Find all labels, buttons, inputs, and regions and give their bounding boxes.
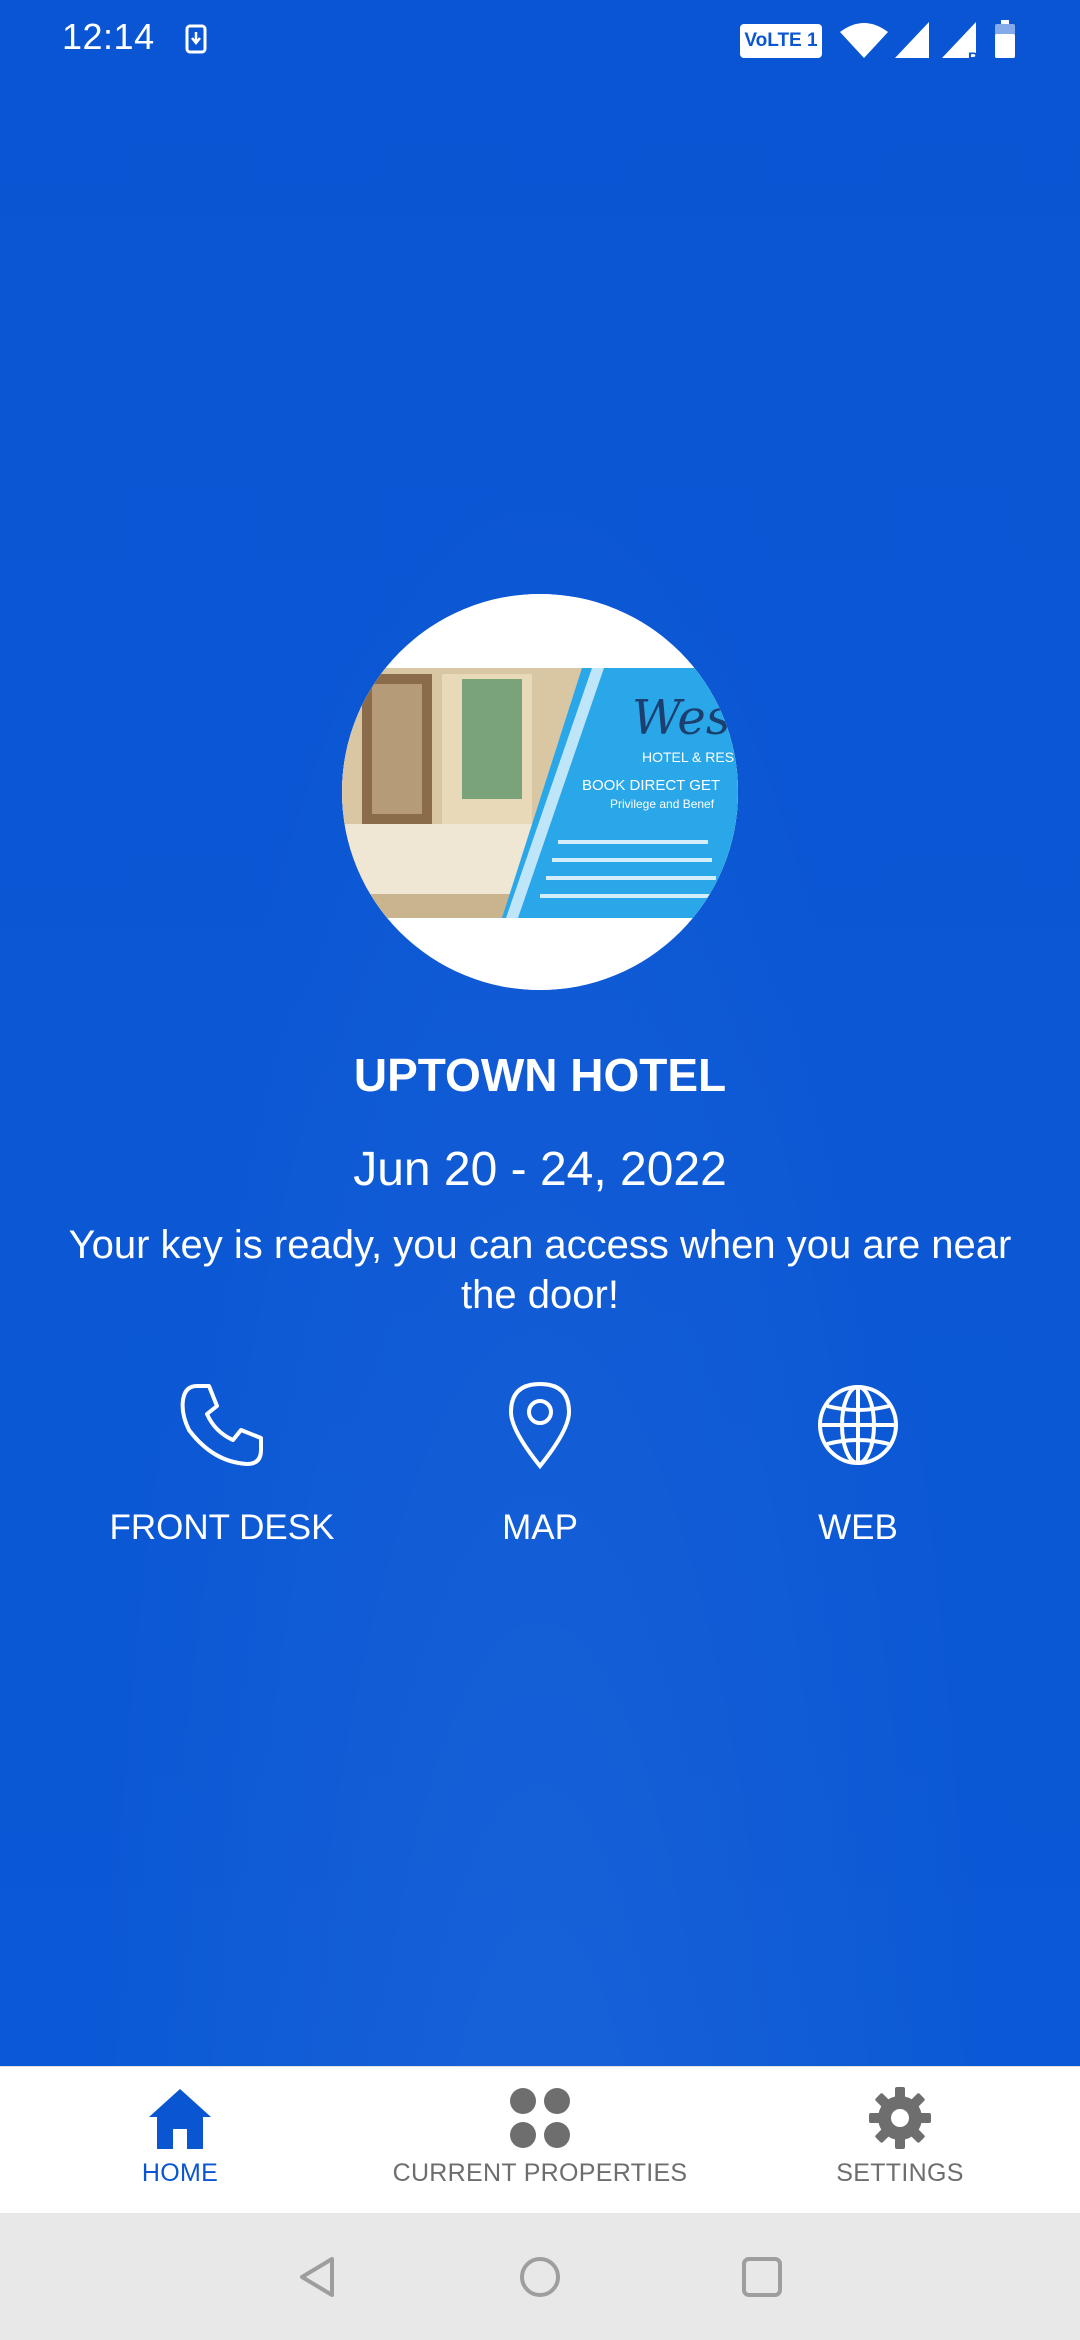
- map-pin-icon: [508, 1381, 572, 1470]
- hotel-photo: Wes HOTEL & RES BOOK DIRECT GET Privileg…: [342, 594, 738, 990]
- gear-icon: [869, 2087, 931, 2149]
- system-navigation-bar: [0, 2213, 1080, 2340]
- wifi-icon: [840, 23, 888, 58]
- svg-text:BOOK DIRECT GET: BOOK DIRECT GET: [582, 777, 720, 794]
- phone-icon: [180, 1384, 263, 1466]
- bottom-navigation: HOME CURRENT PROPERTIES SETTINGS: [0, 2066, 1080, 2214]
- status-bar: 12:14 VoLTE 1 R: [0, 0, 1080, 80]
- home-screen: 12:14 VoLTE 1 R Wes HOTEL & RES BOOK DIR…: [0, 0, 1080, 2066]
- signal-icon: [895, 22, 929, 58]
- battery-icon: [995, 20, 1015, 58]
- network-badge: VoLTE 1: [740, 24, 822, 58]
- map-button[interactable]: MAP: [380, 1380, 700, 1548]
- map-label: MAP: [502, 1508, 578, 1547]
- signal-roaming-icon: R: [942, 22, 978, 62]
- home-icon: [149, 2089, 211, 2149]
- nav-home[interactable]: HOME: [80, 2067, 280, 2214]
- svg-text:Privilege and Benef: Privilege and Benef: [610, 797, 715, 811]
- front-desk-label: FRONT DESK: [109, 1508, 335, 1547]
- nav-settings-label: SETTINGS: [836, 2159, 964, 2187]
- front-desk-button[interactable]: FRONT DESK: [62, 1380, 382, 1548]
- recent-apps-icon[interactable]: [738, 2253, 786, 2301]
- key-ready-message: Your key is ready, you can access when y…: [68, 1223, 1012, 1317]
- reservation-dates: Jun 20 - 24, 2022: [353, 1143, 727, 1196]
- svg-text:R: R: [968, 49, 978, 62]
- web-label: WEB: [818, 1508, 898, 1547]
- back-icon[interactable]: [294, 2253, 342, 2301]
- svg-text:HOTEL & RES: HOTEL & RES: [642, 749, 734, 765]
- nav-current-properties-label: CURRENT PROPERTIES: [392, 2159, 688, 2187]
- home-circle-icon[interactable]: [516, 2253, 564, 2301]
- svg-text:Wes: Wes: [632, 690, 730, 746]
- web-button[interactable]: WEB: [698, 1380, 1018, 1548]
- globe-icon: [818, 1385, 898, 1465]
- nav-settings[interactable]: SETTINGS: [800, 2067, 1000, 2214]
- hotel-name: UPTOWN HOTEL: [353, 1049, 727, 1101]
- grid-icon: [510, 2088, 570, 2148]
- download-icon: [185, 24, 207, 54]
- status-time: 12:14: [62, 16, 155, 57]
- nav-home-label: HOME: [141, 2159, 219, 2187]
- nav-current-properties[interactable]: CURRENT PROPERTIES: [380, 2067, 700, 2214]
